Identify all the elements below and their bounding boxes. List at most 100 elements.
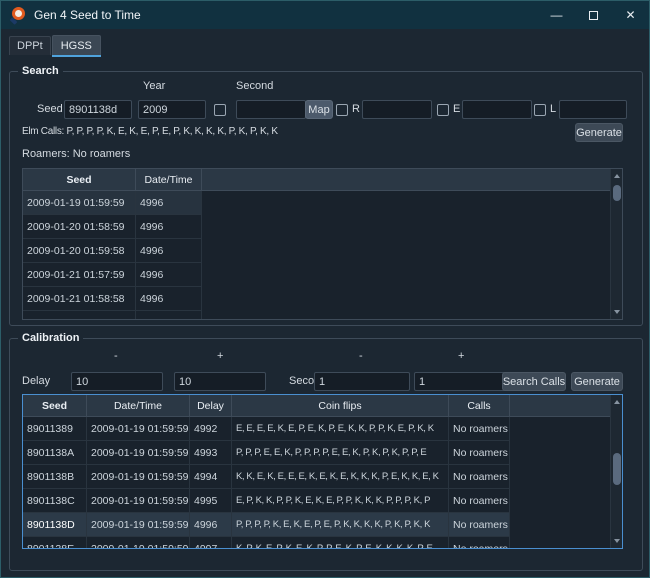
table-row[interactable]: 2009-01-21 01:57:59 4996	[23, 263, 622, 287]
tab-hgss[interactable]: HGSS	[52, 35, 101, 55]
cell-delay[interactable]: 4996	[136, 239, 202, 263]
close-button[interactable]: ✕	[612, 1, 649, 29]
cell-datetime[interactable]: 2009-01-19 01:59:59	[87, 441, 190, 465]
tab-dppt[interactable]: DPPt	[9, 36, 51, 55]
second-plus-input[interactable]	[414, 372, 508, 391]
cell-calls[interactable]: No roamers	[449, 465, 510, 489]
cell-delay[interactable]: 4992	[190, 417, 232, 441]
search-results-table[interactable]: Seed Date/Time 2009-01-19 01:59:59 4996 …	[22, 168, 623, 320]
table-row[interactable]: 2009-01-21 01:58:58 4996	[23, 287, 622, 311]
column-header-delay[interactable]: Delay	[190, 395, 232, 417]
second-minus-label: -	[359, 350, 363, 362]
cell-coinflips[interactable]: E, E, E, E, K, E, P, E, K, P, E, K, K, P…	[232, 417, 449, 441]
column-header-seed[interactable]: Seed	[23, 169, 136, 191]
cell-coinflips[interactable]: P, P, P, P, K, E, K, E, P, E, P, K, K, K…	[232, 513, 449, 537]
scrollbar-thumb[interactable]	[613, 453, 621, 485]
cell-calls[interactable]: No roamers	[449, 417, 510, 441]
cell-calls[interactable]: No roamers	[449, 441, 510, 465]
cell-datetime[interactable]: 2009-01-19 01:59:59	[87, 513, 190, 537]
table-row[interactable]: 8901138A 2009-01-19 01:59:59 4993 P, P, …	[23, 441, 622, 465]
column-header-datetime[interactable]: Date/Time	[87, 395, 190, 417]
cell-seed[interactable]: 8901138C	[23, 489, 87, 513]
year-input[interactable]	[138, 100, 206, 119]
l-checkbox[interactable]	[534, 104, 546, 116]
e-checkbox[interactable]	[437, 104, 449, 116]
l-input[interactable]	[559, 100, 627, 119]
cell-coinflips[interactable]: E, P, K, K, P, P, K, E, K, E, P, P, K, K…	[232, 489, 449, 513]
cell-calls[interactable]: No roamers	[449, 513, 510, 537]
table-row-partial[interactable]: 8901138E 2009-01-19 01:59:59 4997 K, P, …	[23, 537, 622, 549]
cell-coinflips[interactable]: K, K, E, K, E, E, E, K, E, K, E, K, K, K…	[232, 465, 449, 489]
cell-delay[interactable]: 4996	[136, 311, 202, 320]
calibration-generate-button[interactable]: Generate	[571, 372, 623, 391]
cell-datetime[interactable]: 2009-01-19 01:59:59	[87, 465, 190, 489]
cell-seed[interactable]: 8901138A	[23, 441, 87, 465]
cell-delay[interactable]: 4996	[136, 215, 202, 239]
cell-seed[interactable]: 89011389	[23, 417, 87, 441]
scroll-up-icon[interactable]	[614, 174, 620, 178]
cell-calls[interactable]: No roamers	[449, 489, 510, 513]
e-input[interactable]	[462, 100, 532, 119]
cell-delay[interactable]: 4996	[136, 287, 202, 311]
cell-datetime[interactable]: 2009-01-19 01:59:59	[87, 417, 190, 441]
column-header-seed[interactable]: Seed	[23, 395, 87, 417]
year-checkbox[interactable]	[214, 104, 226, 116]
column-header-filler	[510, 395, 610, 417]
cell-delay[interactable]: 4996	[136, 263, 202, 287]
cell-datetime[interactable]: 2009-01-20 01:58:59	[23, 215, 136, 239]
cell-delay[interactable]: 4993	[190, 441, 232, 465]
second-input[interactable]	[236, 100, 306, 119]
titlebar[interactable]: Gen 4 Seed to Time — ✕	[1, 1, 649, 29]
second-minus-input[interactable]	[314, 372, 410, 391]
cell-seed[interactable]: 8901138E	[23, 537, 87, 549]
cell-seed[interactable]: 8901138D	[23, 513, 87, 537]
cell-coinflips[interactable]: P, P, P, E, E, K, P, P, P, P, E, E, K, P…	[232, 441, 449, 465]
vertical-scrollbar[interactable]	[610, 395, 622, 548]
r-checkbox[interactable]	[336, 104, 348, 116]
minimize-button[interactable]: —	[538, 1, 575, 29]
vertical-scrollbar[interactable]	[610, 169, 622, 319]
table-row-selected[interactable]: 8901138D 2009-01-19 01:59:59 4996 P, P, …	[23, 513, 622, 537]
column-header-datetime[interactable]: Date/Time	[136, 169, 202, 191]
cell-datetime[interactable]: 2009-01-19 01:59:59	[23, 191, 136, 215]
cell-delay[interactable]: 4996	[190, 513, 232, 537]
cell-datetime[interactable]: 2009-01-19 01:59:59	[87, 537, 190, 549]
cell-calls[interactable]: No roamers	[449, 537, 510, 549]
scroll-up-icon[interactable]	[614, 400, 620, 404]
cell-coinflips[interactable]: K, P, K, E, P, K, E, K, P, P, E, K, P, E…	[232, 537, 449, 549]
table-row[interactable]: 2009-01-20 01:59:58 4996	[23, 239, 622, 263]
cell-datetime[interactable]: 2009-01-21 01:57:59	[23, 263, 136, 287]
r-input[interactable]	[362, 100, 432, 119]
column-header-calls[interactable]: Calls	[449, 395, 510, 417]
delay-plus-input[interactable]	[174, 372, 266, 391]
column-header-coinflips[interactable]: Coin flips	[232, 395, 449, 417]
search-table-header: Seed Date/Time	[23, 169, 610, 191]
map-button[interactable]: Map	[305, 100, 333, 119]
table-row[interactable]: 2009-01-19 01:59:59 4996	[23, 191, 622, 215]
cell-delay[interactable]: 4995	[190, 489, 232, 513]
table-row[interactable]: 89011389 2009-01-19 01:59:59 4992 E, E, …	[23, 417, 622, 441]
maximize-button[interactable]	[575, 1, 612, 29]
cell-datetime[interactable]: 2009-01-19 01:59:59	[87, 489, 190, 513]
cell-delay[interactable]: 4997	[190, 537, 232, 549]
scroll-down-icon[interactable]	[614, 310, 620, 314]
cell-datetime[interactable]: 2009-01-21 01:58:58	[23, 287, 136, 311]
table-row[interactable]: 8901138B 2009-01-19 01:59:59 4994 K, K, …	[23, 465, 622, 489]
cell-datetime[interactable]: 2009-01-21 01:59:57	[23, 311, 136, 320]
search-calls-button[interactable]: Search Calls	[502, 372, 566, 391]
seed-input[interactable]	[64, 100, 132, 119]
tab-bar: DPPt HGSS	[9, 33, 102, 55]
calibration-table[interactable]: Seed Date/Time Delay Coin flips Calls 89…	[22, 394, 623, 549]
generate-button[interactable]: Generate	[575, 123, 623, 142]
table-row-partial[interactable]: 2009-01-21 01:59:57 4996	[23, 311, 622, 320]
scroll-down-icon[interactable]	[614, 539, 620, 543]
second-plus-label: +	[458, 350, 464, 362]
cell-delay[interactable]: 4996	[136, 191, 202, 215]
delay-minus-input[interactable]	[71, 372, 163, 391]
cell-seed[interactable]: 8901138B	[23, 465, 87, 489]
table-row[interactable]: 8901138C 2009-01-19 01:59:59 4995 E, P, …	[23, 489, 622, 513]
scrollbar-thumb[interactable]	[613, 185, 621, 201]
table-row[interactable]: 2009-01-20 01:58:59 4996	[23, 215, 622, 239]
cell-delay[interactable]: 4994	[190, 465, 232, 489]
cell-datetime[interactable]: 2009-01-20 01:59:58	[23, 239, 136, 263]
